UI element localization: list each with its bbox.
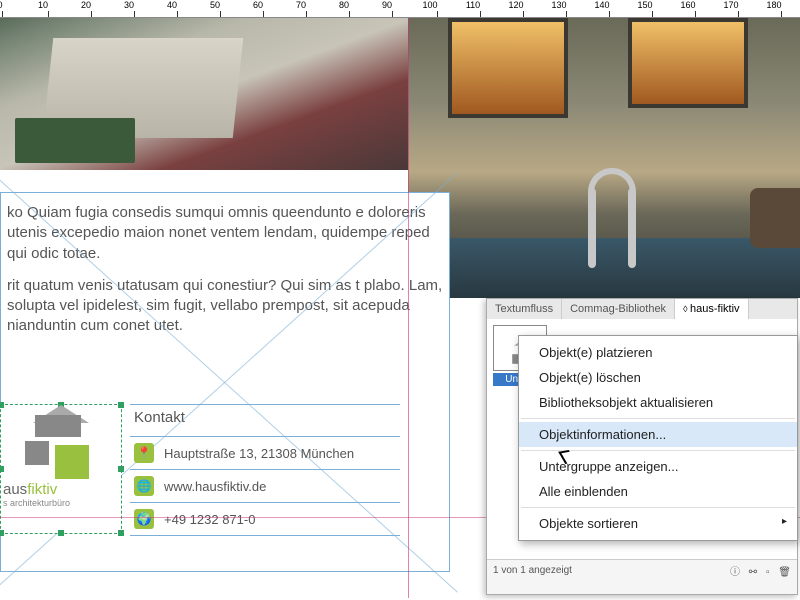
library-info-icon[interactable]: ⓘ [730,567,740,578]
context-menu[interactable]: Objekt(e) platzierenObjekt(e) löschenBib… [518,335,798,541]
logo-text: ausfiktiv [1,481,121,498]
library-trash-icon[interactable]: 🗑 [778,567,791,578]
contact-row-address: 📍 Hauptstraße 13, 21308 München [130,437,400,470]
guide-vertical[interactable] [408,18,409,598]
menu-item[interactable]: Objektinformationen... [519,422,797,447]
menu-separator [521,450,795,451]
ruler-tick: 140 [602,0,617,17]
globe-icon: 🌐 [134,476,154,496]
library-tabs[interactable]: Textumfluss Commag-Bibliothek haus-fikti… [487,299,797,319]
library-status-text: 1 von 1 angezeigt [493,565,572,576]
ruler-tick: 120 [516,0,531,17]
paragraph: rit quatum venis utatusam qui conestiur?… [7,276,443,337]
ruler-tick: 50 [215,0,225,17]
ruler-tick: 0 [0,0,5,17]
menu-item[interactable]: Bibliotheksobjekt aktualisieren [519,390,797,415]
contact-row-phone: 🌍 +49 1232 871-0 [130,503,400,536]
menu-item[interactable]: Alle einblenden [519,479,797,504]
ruler-tick: 70 [301,0,311,17]
logo-subtitle: s architekturbüro [1,498,121,508]
pin-icon: 📍 [134,443,154,463]
ruler-tick: 20 [86,0,96,17]
tab-textumfluss[interactable]: Textumfluss [487,299,562,319]
library-statusbar: 1 von 1 angezeigt ⓘ ⚯ ▫ 🗑 [487,559,797,581]
library-link-icon[interactable]: ⚯ [749,567,757,578]
ruler-tick: 160 [688,0,703,17]
logo-icon [25,415,97,475]
ruler-tick: 30 [129,0,139,17]
ruler-tick: 10 [43,0,53,17]
contact-heading: Kontakt [130,405,400,437]
tab-haus-fiktiv[interactable]: haus-fiktiv [675,299,748,319]
logo-frame-selected[interactable]: ausfiktiv s architekturbüro [0,404,122,534]
placed-image-top[interactable] [0,18,408,170]
contact-row-web: 🌐 www.hausfiktiv.de [130,470,400,503]
tab-commag-bibliothek[interactable]: Commag-Bibliothek [562,299,675,319]
ruler-tick: 60 [258,0,268,17]
menu-separator [521,418,795,419]
ruler-tick: 180 [774,0,789,17]
ruler-tick: 90 [387,0,397,17]
ruler-tick: 150 [645,0,660,17]
ruler-tick: 100 [430,0,445,17]
ruler-tick: 110 [473,0,487,17]
ruler-tick: 130 [559,0,574,17]
ruler-tick: 40 [172,0,182,17]
menu-item[interactable]: Objekt(e) löschen [519,365,797,390]
ruler-tick: 80 [344,0,354,17]
paragraph: ko Quiam fugia consedis sumqui omnis que… [7,203,443,264]
library-new-icon[interactable]: ▫ [766,567,770,578]
phone-icon: 🌍 [134,509,154,529]
menu-item[interactable]: Objekte sortieren [519,511,797,536]
ruler-tick: 170 [731,0,746,17]
menu-item[interactable]: Objekt(e) platzieren [519,340,797,365]
menu-item[interactable]: Untergruppe anzeigen... [519,454,797,479]
menu-separator [521,507,795,508]
ruler-horizontal[interactable]: 0 10 20 30 40 50 60 70 80 90 100 110 120 130 140 150 160… [0,0,800,18]
placed-image-right[interactable] [408,18,800,298]
